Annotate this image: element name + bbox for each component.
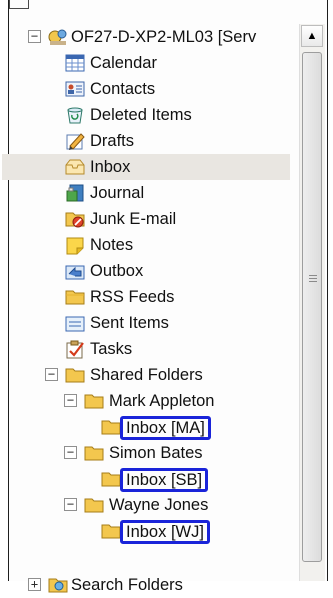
calendar-icon [65,54,85,72]
sent-items-icon [65,316,85,332]
folder-label: Outbox [90,262,144,280]
shared-inbox-sb[interactable]: Inbox [SB] [0,466,290,492]
notes-icon [66,237,84,255]
mailbox-root-label: OF27-D-XP2-ML03 [Serv [71,28,257,46]
scroll-grip [309,281,317,282]
search-folders-node[interactable]: + Search Folders [0,572,290,598]
shared-inbox-label: Inbox [SB] [120,468,209,492]
mailbox-root[interactable]: − OF27-D-XP2-ML03 [Serv [0,24,290,50]
shared-user-mark-appleton[interactable]: − Mark Appleton [0,388,290,414]
shared-folders-label: Shared Folders [90,366,203,384]
folder-notes[interactable]: Notes [0,232,290,258]
folder-journal[interactable]: Journal [0,180,290,206]
shared-inbox-label: Inbox [MA] [120,416,211,440]
collapse-user-toggle[interactable]: − [64,498,77,511]
folder-label: Sent Items [90,314,169,332]
drafts-icon [66,133,85,150]
scroll-grip [309,278,317,279]
rss-feeds-icon [65,290,85,305]
shared-inbox-ma[interactable]: Inbox [MA] [0,414,290,440]
collapse-root-toggle[interactable]: − [28,30,41,43]
inbox-icon [65,159,85,175]
collapse-user-toggle[interactable]: − [64,394,77,407]
folder-label: RSS Feeds [90,288,175,306]
folder-icon [84,446,104,461]
shared-inbox-label: Inbox [WJ] [120,520,210,544]
folder-label: Contacts [90,80,156,98]
outbox-icon [65,265,85,280]
folder-label: Drafts [90,132,135,150]
folder-contacts[interactable]: Contacts [0,76,290,102]
mailbox-icon [48,29,67,45]
folder-tasks[interactable]: Tasks [0,336,290,362]
folder-calendar[interactable]: Calendar [0,50,290,76]
tasks-icon [66,340,84,359]
folder-icon [101,420,121,435]
folder-sent-items[interactable]: Sent Items [0,310,290,336]
folder-label: Notes [90,236,134,254]
expand-search-toggle[interactable]: + [28,578,41,591]
junk-email-icon [65,212,85,228]
shared-folders-node[interactable]: − Shared Folders [0,362,290,388]
contacts-icon [65,81,85,97]
folder-outbox[interactable]: Outbox [0,258,290,284]
folder-icon [84,498,104,513]
folder-deleted-items[interactable]: Deleted Items [0,102,290,128]
shared-user-label: Mark Appleton [109,392,215,410]
shared-user-wayne-jones[interactable]: − Wayne Jones [0,492,290,518]
folder-icon [84,394,104,409]
scroll-up-button[interactable]: ▲ [301,25,323,47]
folder-icon [65,368,85,383]
collapse-user-toggle[interactable]: − [64,446,77,459]
search-folders-label: Search Folders [71,576,183,594]
folder-label: Junk E-mail [90,210,177,228]
shared-inbox-wj[interactable]: Inbox [WJ] [0,518,290,544]
pane-top-edge [9,0,29,9]
folder-label: Tasks [90,340,133,358]
folder-inbox[interactable]: Inbox [0,154,290,180]
folder-junk-email[interactable]: Junk E-mail [0,206,290,232]
folder-label: Calendar [90,54,157,72]
folder-rss-feeds[interactable]: RSS Feeds [0,284,290,310]
search-folders-icon [48,578,68,593]
folder-label: Deleted Items [90,106,192,124]
folder-drafts[interactable]: Drafts [0,128,290,154]
folder-icon [101,472,121,487]
collapse-shared-toggle[interactable]: − [45,368,58,381]
shared-user-simon-bates[interactable]: − Simon Bates [0,440,290,466]
shared-user-label: Wayne Jones [109,496,209,514]
vertical-scrollbar[interactable]: ▲ [299,24,325,581]
journal-icon [66,184,84,202]
deleted-items-icon [67,107,83,124]
scroll-grip [309,275,317,276]
folder-label: Journal [90,184,145,202]
scroll-thumb[interactable] [302,52,322,562]
shared-user-label: Simon Bates [109,444,203,462]
folder-label: Inbox [90,158,131,176]
folder-icon [101,524,121,539]
